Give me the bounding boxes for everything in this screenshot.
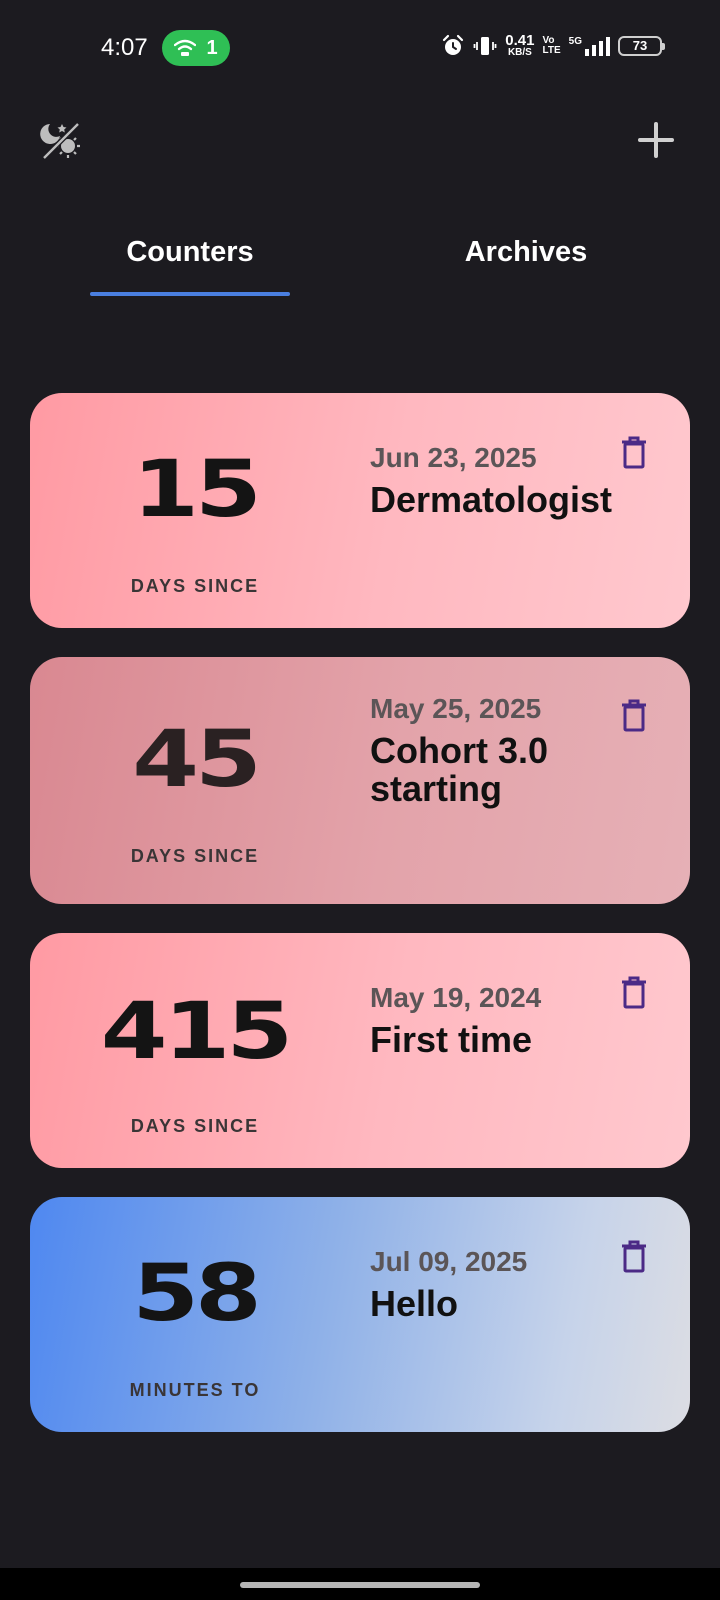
trash-icon [622, 1240, 646, 1273]
counter-value: 58 [132, 1247, 262, 1339]
wifi-icon [174, 39, 197, 56]
status-bar: 4:07 1 0.41 KB/S Vo LTE 5G 73 [0, 0, 720, 96]
net-speed-value: 0.41 [505, 32, 535, 49]
volte-bottom: LTE [542, 44, 561, 56]
counter-card[interactable]: 15 DAYS SINCE Jun 23, 2025 Dermatologist [30, 393, 690, 628]
delete-button[interactable] [620, 1239, 648, 1273]
tab-active-indicator [90, 292, 290, 296]
volte-top: Vo [542, 34, 555, 46]
counter-unit-label: DAYS SINCE [130, 846, 260, 866]
counter-card[interactable]: 415 DAYS SINCE May 19, 2024 First time [30, 933, 690, 1168]
battery-icon: 73 [618, 35, 665, 56]
counter-value: 45 [132, 713, 262, 805]
alarm-icon [443, 34, 464, 55]
battery-level: 73 [632, 38, 648, 53]
delete-button[interactable] [620, 698, 648, 732]
home-indicator[interactable] [240, 1582, 480, 1588]
tab-archives[interactable]: Archives [426, 236, 626, 269]
theme-toggle-button[interactable] [38, 118, 82, 162]
vibrate-icon [473, 36, 497, 55]
counter-card[interactable]: 45 DAYS SINCE May 25, 2025 Cohort 3.0 st… [30, 657, 690, 904]
counter-date: Jun 23, 2025 [370, 442, 537, 473]
plus-icon [638, 122, 674, 158]
signal-group: 5G [569, 36, 610, 56]
tab-bar: Counters Archives [0, 236, 720, 300]
tab-counters[interactable]: Counters [90, 236, 290, 269]
network-speed: 0.41 KB/S [505, 33, 534, 58]
counter-title: Cohort 3.0 starting [370, 730, 549, 809]
counter-title: Dermatologist [370, 479, 613, 520]
trash-icon [622, 699, 646, 732]
net-speed-unit: KB/S [507, 47, 532, 58]
counter-unit-label: MINUTES TO [129, 1380, 261, 1400]
counter-date: May 25, 2025 [370, 693, 542, 724]
counter-title: First time [370, 1019, 533, 1060]
network-type: 5G [568, 35, 582, 47]
counter-value: 415 [100, 985, 293, 1077]
counter-value: 15 [132, 443, 262, 535]
counter-date: Jul 09, 2025 [370, 1246, 528, 1277]
wifi-hotspot-pill[interactable]: 1 [162, 30, 230, 66]
delete-button[interactable] [620, 975, 648, 1009]
counter-date: May 19, 2024 [370, 982, 542, 1013]
counter-title: Hello [370, 1283, 459, 1324]
status-time: 4:07 [101, 34, 148, 61]
volte-indicator: Vo LTE [542, 34, 561, 56]
theme-toggle-icon [40, 122, 80, 160]
trash-icon [622, 976, 646, 1009]
counter-card[interactable]: 58 MINUTES TO Jul 09, 2025 Hello [30, 1197, 690, 1432]
add-counter-button[interactable] [636, 120, 676, 160]
wifi-count: 1 [206, 36, 218, 59]
status-icons: 0.41 KB/S Vo LTE 5G 73 [441, 33, 665, 58]
trash-icon [622, 436, 646, 469]
signal-icon [585, 36, 610, 56]
counter-unit-label: DAYS SINCE [130, 576, 260, 596]
delete-button[interactable] [620, 435, 648, 469]
counter-unit-label: DAYS SINCE [130, 1116, 260, 1136]
